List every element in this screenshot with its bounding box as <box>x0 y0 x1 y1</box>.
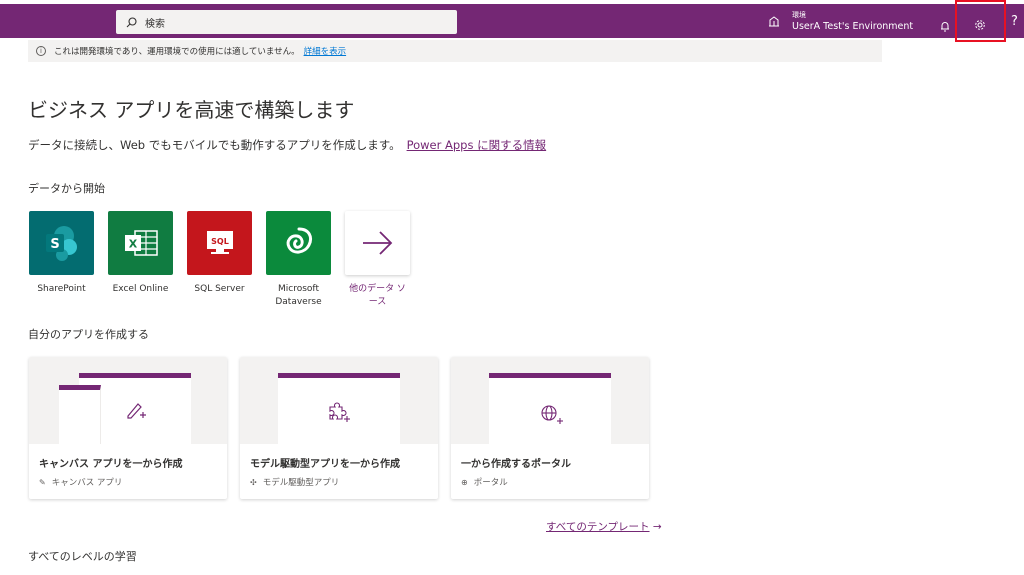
settings-highlight-box <box>955 0 1006 42</box>
pen-icon <box>127 403 146 419</box>
preview-window <box>59 385 101 444</box>
card-title: キャンバス アプリを一から作成 <box>39 459 183 470</box>
card-portal[interactable]: 一から作成するポータル ⊕ ポータル <box>451 357 649 499</box>
power-apps-info-link[interactable]: Power Apps に関する情報 <box>407 138 547 152</box>
card-tag-text: キャンバス アプリ <box>51 478 123 488</box>
environment-icon <box>769 16 779 27</box>
search-box[interactable]: 検索 <box>116 10 457 34</box>
excel-icon: X <box>108 211 173 275</box>
svg-text:S: S <box>50 237 59 252</box>
globe-small-icon: ⊕ <box>461 477 468 487</box>
create-section-heading: 自分のアプリを作成する <box>28 328 149 341</box>
card-preview <box>29 357 227 444</box>
card-tag-text: ポータル <box>473 478 508 488</box>
notice-text: これは開発環境であり、運用環境での使用には適していません。 <box>54 47 300 57</box>
source-label: Excel Online <box>112 284 169 294</box>
arrow-right-icon <box>345 211 410 275</box>
card-title: 一から作成するポータル <box>461 459 571 470</box>
arrow-right-icon: → <box>652 521 662 533</box>
data-section-heading: データから開始 <box>28 182 105 195</box>
page-title: ビジネス アプリを高速で構築します <box>28 98 355 122</box>
card-canvas-app[interactable]: キャンバス アプリを一から作成 ✎ キャンバス アプリ <box>29 357 227 499</box>
svg-text:SQL: SQL <box>211 237 229 246</box>
environment-name: UserA Test's Environment <box>792 21 914 32</box>
source-tile-dataverse[interactable]: Microsoft Dataverse <box>266 211 331 309</box>
card-preview <box>240 357 438 444</box>
sql-server-icon: SQL <box>187 211 252 275</box>
puzzle-icon <box>329 402 350 422</box>
puzzle-small-icon: ✣ <box>250 477 257 487</box>
card-tag: ✎ キャンバス アプリ <box>39 476 123 489</box>
source-tile-more[interactable]: 他のデータ ソース <box>345 211 410 309</box>
search-icon <box>126 16 137 27</box>
environment-label: 環境 <box>792 11 806 19</box>
top-bar: 検索 環境 UserA Test's Environment ? <box>0 4 1024 38</box>
source-label: Microsoft Dataverse <box>275 284 322 307</box>
subtitle-text: データに接続し、Web でもモバイルでも動作するアプリを作成します。 <box>28 138 401 152</box>
notifications-button[interactable] <box>940 17 950 36</box>
card-tag: ✣ モデル駆動型アプリ <box>250 476 340 489</box>
learn-section-heading: すべてのレベルの学習 <box>28 550 137 563</box>
bell-icon <box>941 22 949 32</box>
all-templates-text: すべてのテンプレート <box>546 521 650 533</box>
page-subtitle: データに接続し、Web でもモバイルでも動作するアプリを作成します。 Power … <box>28 137 546 153</box>
card-tag: ⊕ ポータル <box>461 476 508 489</box>
source-label: SQL Server <box>194 284 245 294</box>
globe-icon <box>541 405 563 424</box>
source-label: SharePoint <box>37 284 86 294</box>
source-tile-sharepoint[interactable]: S SharePoint <box>29 211 94 296</box>
environment-picker[interactable]: 環境 UserA Test's Environment <box>768 8 913 34</box>
info-icon: i <box>36 46 46 56</box>
help-button[interactable]: ? <box>1011 14 1018 29</box>
dev-environment-notice: i これは開発環境であり、運用環境での使用には適していません。 詳細を表示 <box>28 40 882 62</box>
card-preview <box>451 357 649 444</box>
search-placeholder: 検索 <box>145 18 165 30</box>
svg-text:X: X <box>128 238 137 251</box>
all-templates-link[interactable]: すべてのテンプレート → <box>546 519 662 534</box>
card-tag-text: モデル駆動型アプリ <box>262 478 340 488</box>
dataverse-icon <box>266 211 331 275</box>
source-tile-sql-server[interactable]: SQL SQL Server <box>187 211 252 296</box>
notice-details-link[interactable]: 詳細を表示 <box>304 45 347 57</box>
source-label: 他のデータ ソース <box>349 284 406 307</box>
source-tile-excel[interactable]: X Excel Online <box>108 211 173 296</box>
card-model-driven-app[interactable]: モデル駆動型アプリを一から作成 ✣ モデル駆動型アプリ <box>240 357 438 499</box>
card-title: モデル駆動型アプリを一から作成 <box>250 459 400 470</box>
pencil-icon: ✎ <box>39 477 46 487</box>
sharepoint-icon: S <box>29 211 94 275</box>
